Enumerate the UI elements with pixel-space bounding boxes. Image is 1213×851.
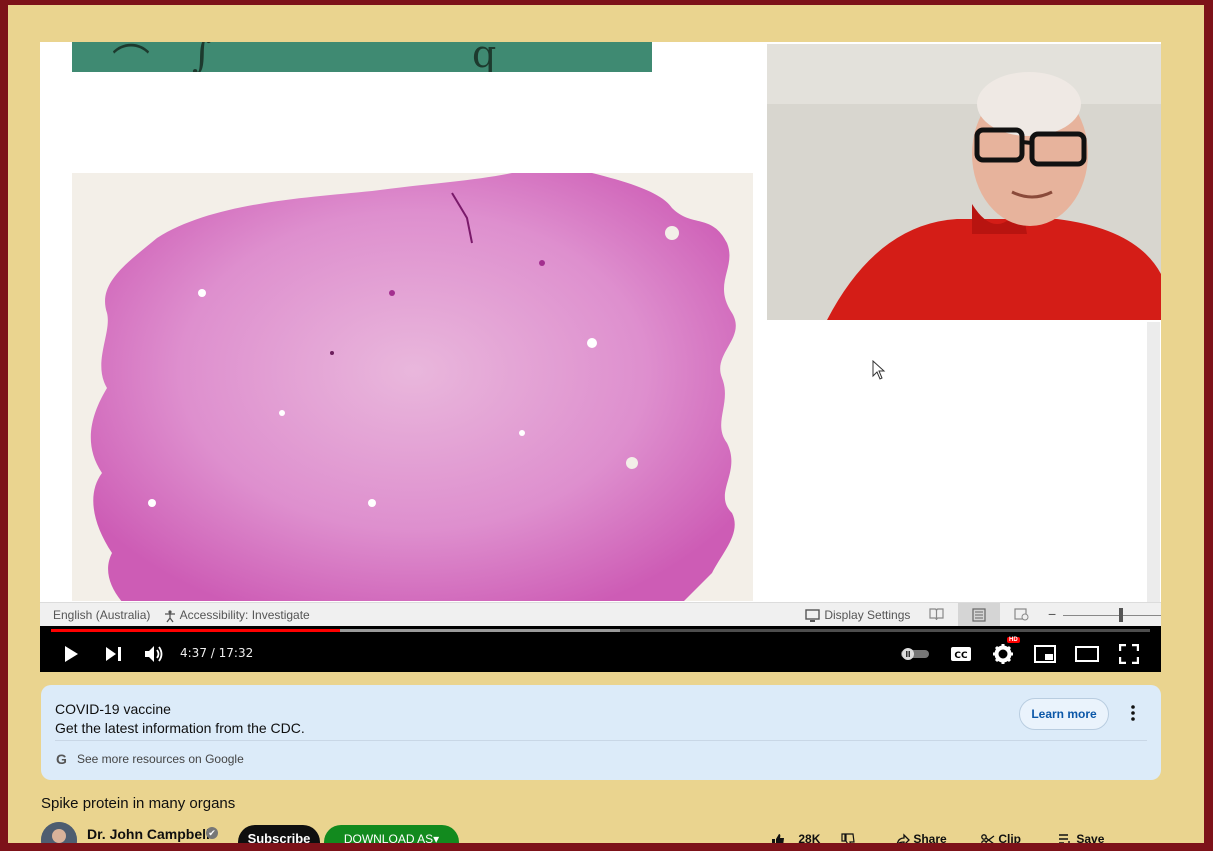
fullscreen-icon bbox=[1119, 644, 1139, 664]
zoom-slider-thumb[interactable] bbox=[1119, 608, 1123, 622]
info-panel-title: COVID-19 vaccine bbox=[55, 701, 171, 717]
accessibility-status[interactable]: Accessibility: Investigate bbox=[163, 608, 310, 623]
current-time: 4:37 bbox=[180, 646, 207, 660]
video-title: Spike protein in many organs bbox=[41, 795, 236, 812]
zoom-slider[interactable] bbox=[1063, 615, 1161, 616]
progress-bar[interactable] bbox=[51, 629, 1150, 632]
presenter-webcam bbox=[767, 44, 1161, 320]
player-controls: 4:37 / 17:32 CC HD bbox=[40, 626, 1161, 672]
duration: 17:32 bbox=[218, 646, 254, 660]
print-layout-icon bbox=[972, 608, 986, 622]
info-panel-subtitle: Get the latest information from the CDC. bbox=[55, 720, 305, 736]
language-indicator[interactable]: English (Australia) bbox=[53, 608, 150, 622]
fullscreen-button[interactable] bbox=[1115, 640, 1143, 668]
thumbs-up-icon bbox=[772, 833, 784, 843]
theater-mode-icon bbox=[1075, 646, 1099, 662]
share-label: Share bbox=[913, 832, 947, 843]
share-button[interactable]: Share bbox=[896, 832, 947, 843]
playlist-add-icon bbox=[1059, 834, 1070, 843]
captions-button[interactable]: CC bbox=[947, 640, 975, 668]
miniplayer-button[interactable] bbox=[1031, 640, 1059, 668]
play-button[interactable] bbox=[57, 640, 85, 668]
display-settings-icon bbox=[805, 609, 820, 622]
volume-icon bbox=[145, 646, 163, 662]
zoom-out-icon[interactable]: − bbox=[1048, 606, 1056, 622]
mute-button[interactable] bbox=[140, 640, 168, 668]
info-divider bbox=[55, 740, 1147, 741]
play-icon bbox=[65, 646, 78, 662]
video-player[interactable]: ⌒ ∫ q English (Australia) Accessibility:… bbox=[40, 42, 1161, 672]
autoplay-toggle-icon bbox=[901, 648, 929, 660]
download-button[interactable]: DOWNLOAD AS▾ bbox=[324, 825, 459, 843]
tissue-slide-image bbox=[72, 173, 753, 601]
learn-more-button[interactable]: Learn more bbox=[1019, 698, 1109, 730]
next-button[interactable] bbox=[99, 640, 127, 668]
like-count: 28K bbox=[798, 832, 821, 843]
page-frame: ⌒ ∫ q English (Australia) Accessibility:… bbox=[8, 5, 1204, 843]
verified-icon: ✔ bbox=[206, 827, 218, 839]
document-viewer-status-bar: English (Australia) Accessibility: Inves… bbox=[40, 602, 1161, 627]
skip-next-icon bbox=[105, 647, 121, 661]
share-icon bbox=[896, 833, 910, 843]
google-resources-link[interactable]: See more resources on Google bbox=[77, 752, 244, 766]
channel-name[interactable]: Dr. John Campbell bbox=[87, 826, 210, 842]
web-layout-icon[interactable] bbox=[1014, 608, 1029, 624]
settings-button[interactable]: HD bbox=[989, 637, 1020, 668]
accessibility-icon bbox=[165, 610, 175, 623]
display-settings-label: Display Settings bbox=[824, 608, 911, 622]
clip-button[interactable]: Clip bbox=[981, 832, 1021, 843]
thumbs-down-icon bbox=[841, 833, 855, 843]
google-icon: G bbox=[56, 751, 67, 767]
played-bar bbox=[51, 629, 341, 632]
slide-handwriting-strip: ⌒ ∫ q bbox=[72, 42, 652, 72]
channel-row: Dr. John Campbell ✔ Subscribe DOWNLOAD A… bbox=[41, 819, 1201, 843]
save-button[interactable]: Save bbox=[1058, 832, 1104, 843]
read-mode-icon[interactable] bbox=[929, 608, 944, 624]
accessibility-label: Accessibility: Investigate bbox=[179, 608, 310, 622]
display-settings-button[interactable]: Display Settings bbox=[805, 608, 910, 623]
print-layout-view-button[interactable] bbox=[958, 603, 1000, 627]
miniplayer-icon bbox=[1034, 645, 1056, 663]
scissors-icon bbox=[981, 833, 995, 843]
subscribe-button[interactable]: Subscribe bbox=[238, 825, 320, 843]
cc-icon: CC bbox=[951, 647, 971, 661]
time-separator: / bbox=[206, 646, 219, 660]
gear-icon bbox=[993, 644, 1013, 664]
avatar[interactable] bbox=[41, 822, 77, 843]
theater-mode-button[interactable] bbox=[1073, 640, 1101, 668]
mouse-cursor-icon bbox=[872, 359, 886, 385]
more-options-icon[interactable] bbox=[1127, 703, 1139, 723]
hd-badge: HD bbox=[1007, 637, 1020, 643]
save-label: Save bbox=[1076, 832, 1105, 843]
covid-info-panel: COVID-19 vaccine Get the latest informat… bbox=[41, 685, 1161, 780]
viewer-scrollbar[interactable] bbox=[1147, 322, 1160, 602]
autoplay-toggle[interactable] bbox=[900, 640, 930, 668]
like-button[interactable]: 28K bbox=[771, 832, 820, 843]
svg-text:CC: CC bbox=[954, 651, 968, 661]
dislike-button[interactable] bbox=[841, 832, 855, 843]
time-display: 4:37 / 17:32 bbox=[180, 646, 253, 660]
clip-label: Clip bbox=[998, 832, 1022, 843]
